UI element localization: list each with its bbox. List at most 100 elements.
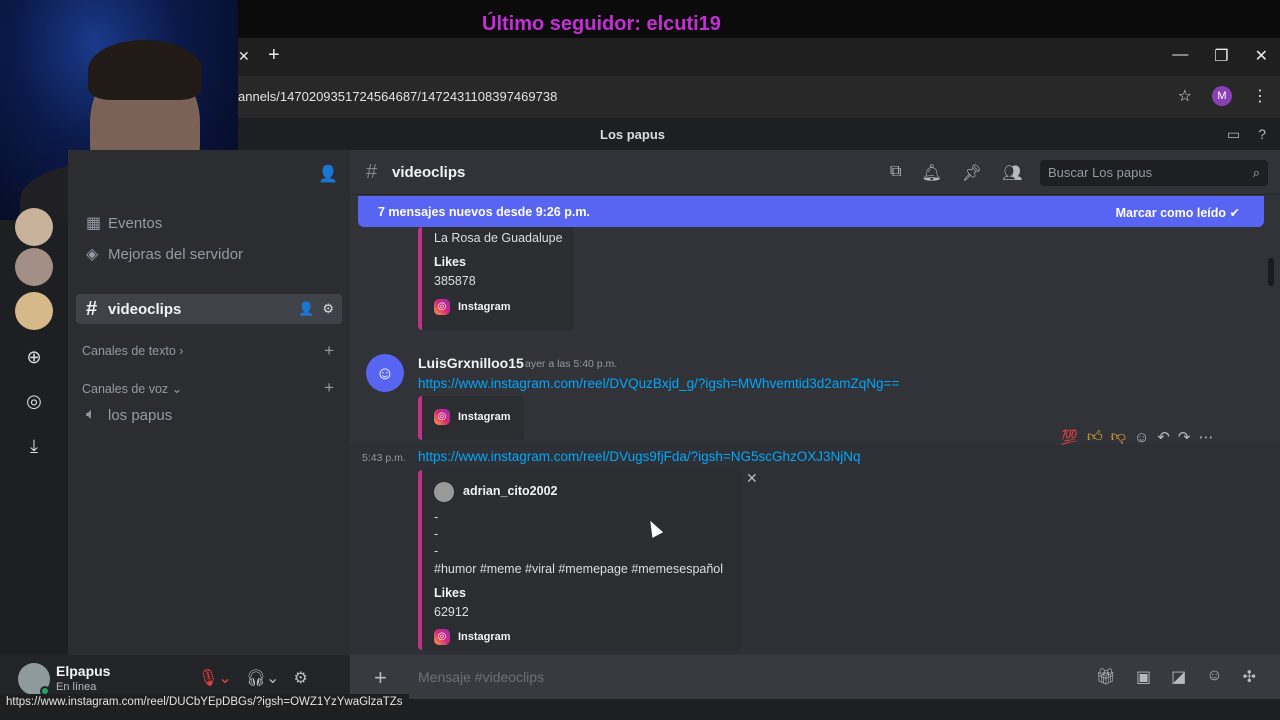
message-link[interactable]: https://www.instagram.com/reel/DVQuzBxjd… (418, 376, 899, 391)
reaction-thumbs-up-icon[interactable]: 👍︎ (1087, 428, 1103, 446)
channel-header-actions: ⧉ 🔔︎ 📌︎ 👥︎ (890, 163, 1022, 183)
browser-addressbar: annels/1470209351724564687/1472431108397… (238, 76, 1280, 118)
category-text-channels[interactable]: Canales de texto › (82, 344, 183, 358)
sidebar-header: 👤 (68, 150, 350, 195)
member-list-icon[interactable]: 👥︎ (1002, 163, 1022, 183)
title-bar-actions: ▭ ? (1227, 126, 1266, 143)
gift-icon[interactable]: 🎁︎ (1096, 667, 1116, 687)
user-settings-gear-icon[interactable]: ⚙ (293, 668, 307, 688)
embed-provider: ◎ Instagram (434, 409, 511, 425)
instagram-embed: adrian_cito2002 - - - #humor #meme #vira… (418, 470, 742, 650)
download-icon[interactable]: ⤓ (23, 435, 45, 457)
inbox-icon[interactable]: ▭ (1227, 126, 1240, 143)
instagram-embed: ◎ Instagram (418, 396, 524, 440)
profile-avatar[interactable]: M (1212, 86, 1232, 106)
address-actions: ☆ M ⋮ (1178, 86, 1268, 106)
boost-gem-icon: ◈ (86, 246, 99, 263)
pinned-messages-icon[interactable]: 📌︎ (962, 163, 982, 183)
headphones-icon[interactable]: 🎧︎⌄ (246, 668, 280, 688)
embed-provider: ◎ Instagram (434, 299, 511, 315)
explore-compass-icon[interactable]: ◎ (23, 390, 45, 412)
message-action-bar: 💯︎ 👍︎ 👎︎ ☺ ↶ ↷ ⋯ (1054, 424, 1246, 450)
embed-provider: ◎ Instagram (434, 629, 511, 645)
message-author[interactable]: LuisGrxnilloo15 (418, 355, 524, 371)
help-icon[interactable]: ? (1258, 126, 1266, 143)
channel-header: # videoclips ⧉ 🔔︎ 📌︎ 👥︎ Buscar Los papus… (350, 150, 1280, 195)
emoji-icon[interactable]: ☺ (1206, 667, 1222, 687)
message-link[interactable]: https://www.instagram.com/reel/DVugs9fjF… (418, 449, 861, 464)
sidebar-item-label: Mejoras del servidor (108, 245, 244, 263)
category-voice-channels[interactable]: Canales de voz ⌄ (82, 381, 182, 396)
browser-tabbar: ✕ + — ❐ ✕ (238, 38, 1280, 76)
new-tab-button[interactable]: + (268, 44, 280, 67)
remove-embed-close-icon[interactable]: ✕ (746, 470, 758, 487)
bookmark-star-icon[interactable]: ☆ (1178, 86, 1192, 106)
server-icon[interactable] (15, 208, 53, 246)
sidebar-item-label: Eventos (108, 214, 163, 232)
invite-user-icon[interactable]: 👤 (318, 164, 338, 184)
user-controls: 🎙︎⌄ 🎧︎⌄ ⚙ (198, 668, 308, 688)
threads-icon[interactable]: ⧉ (890, 163, 901, 183)
channel-name: videoclips (392, 164, 466, 181)
notification-bell-icon[interactable]: 🔔︎ (921, 163, 941, 183)
add-text-channel-icon[interactable]: + (324, 341, 334, 361)
embed-hashtags: #humor #meme #viral #memepage #memesespa… (434, 562, 724, 576)
microphone-muted-icon[interactable]: 🎙︎⌄ (198, 668, 232, 688)
add-server-icon[interactable]: ⊕ (23, 346, 45, 368)
reaction-thumbs-down-icon[interactable]: 👎︎ (1111, 428, 1126, 446)
close-icon[interactable]: ✕ (1255, 46, 1268, 66)
speaker-icon: 🔈︎ (86, 406, 96, 423)
sidebar-item-events[interactable]: ▦ Eventos (76, 208, 342, 238)
discord-default-avatar[interactable]: ☺ (366, 354, 404, 392)
voice-channel-los-papus[interactable]: 🔈︎ los papus (76, 400, 342, 430)
embed-likes-label: Likes (434, 586, 466, 600)
instagram-logo-icon: ◎ (434, 299, 450, 315)
chat-area: # videoclips ⧉ 🔔︎ 📌︎ 👥︎ Buscar Los papus… (350, 150, 1280, 699)
instagram-logo-icon: ◎ (434, 409, 450, 425)
address-url[interactable]: annels/1470209351724564687/1472431108397… (238, 89, 557, 104)
sidebar-item-boosts[interactable]: ◈ Mejoras del servidor (76, 239, 342, 269)
composer-actions: 🎁︎ ▣ ◪ ☺ ✣ (1096, 667, 1256, 687)
embed-line: - (434, 510, 439, 524)
restore-icon[interactable]: ❐ (1214, 46, 1228, 66)
more-options-icon[interactable]: ⋯ (1198, 428, 1213, 446)
create-invite-icon[interactable]: 👤 (298, 301, 314, 317)
minimize-icon[interactable]: — (1172, 46, 1188, 66)
search-input[interactable]: Buscar Los papus ⌕ (1040, 160, 1268, 186)
reply-icon[interactable]: ↶ (1157, 428, 1170, 446)
add-voice-channel-icon[interactable]: + (324, 378, 334, 398)
mark-as-read-button[interactable]: Marcar como leído ✔ (1116, 205, 1240, 220)
new-messages-text: 7 mensajes nuevos desde 9:26 p.m. (378, 205, 590, 219)
gif-icon[interactable]: ▣ (1136, 667, 1151, 687)
embed-author-name[interactable]: adrian_cito2002 (463, 484, 558, 498)
server-title-bar: Los papus ▭ ? (238, 118, 1280, 150)
sticker-icon[interactable]: ◪ (1171, 667, 1186, 687)
apps-icon[interactable]: ✣ (1243, 667, 1256, 687)
reaction-100-icon[interactable]: 💯︎ (1060, 428, 1079, 446)
sidebar-item-videoclips[interactable]: # videoclips 👤 ⚙ (76, 294, 342, 324)
embed-likes-value: 385878 (434, 274, 476, 288)
message-composer: + Mensaje #videoclips 🎁︎ ▣ ◪ ☺ ✣ (350, 655, 1280, 699)
attach-plus-icon[interactable]: + (374, 665, 387, 691)
server-icon[interactable] (15, 292, 53, 330)
server-name: Los papus (600, 127, 666, 142)
browser-menu-icon[interactable]: ⋮ (1252, 86, 1268, 106)
add-reaction-icon[interactable]: ☺ (1134, 429, 1149, 446)
chat-scrollbar[interactable] (1268, 258, 1274, 286)
instagram-embed: La Rosa de Guadalupe Likes 385878 ◎ Inst… (418, 227, 574, 330)
instagram-logo-icon: ◎ (434, 629, 450, 645)
server-list: ⊕ ◎ ⤓ (0, 208, 68, 660)
user-status-text: En línea (56, 681, 97, 693)
new-messages-banner[interactable]: 7 mensajes nuevos desde 9:26 p.m. Marcar… (358, 196, 1264, 227)
message-input[interactable]: Mensaje #videoclips (418, 669, 544, 685)
channel-hash-icon: # (366, 161, 378, 183)
server-icon[interactable] (15, 248, 53, 286)
channel-settings-gear-icon[interactable]: ⚙ (322, 301, 334, 317)
status-url-preview: https://www.instagram.com/reel/DUCbYEpDB… (0, 694, 409, 712)
webcam-person-hair (88, 40, 202, 100)
user-name: Elpapus (56, 663, 111, 679)
tab-close-icon[interactable]: ✕ (238, 48, 250, 65)
forward-icon[interactable]: ↷ (1178, 428, 1191, 446)
embed-line: - (434, 544, 439, 558)
text-channel-hash-icon: # (86, 297, 98, 320)
